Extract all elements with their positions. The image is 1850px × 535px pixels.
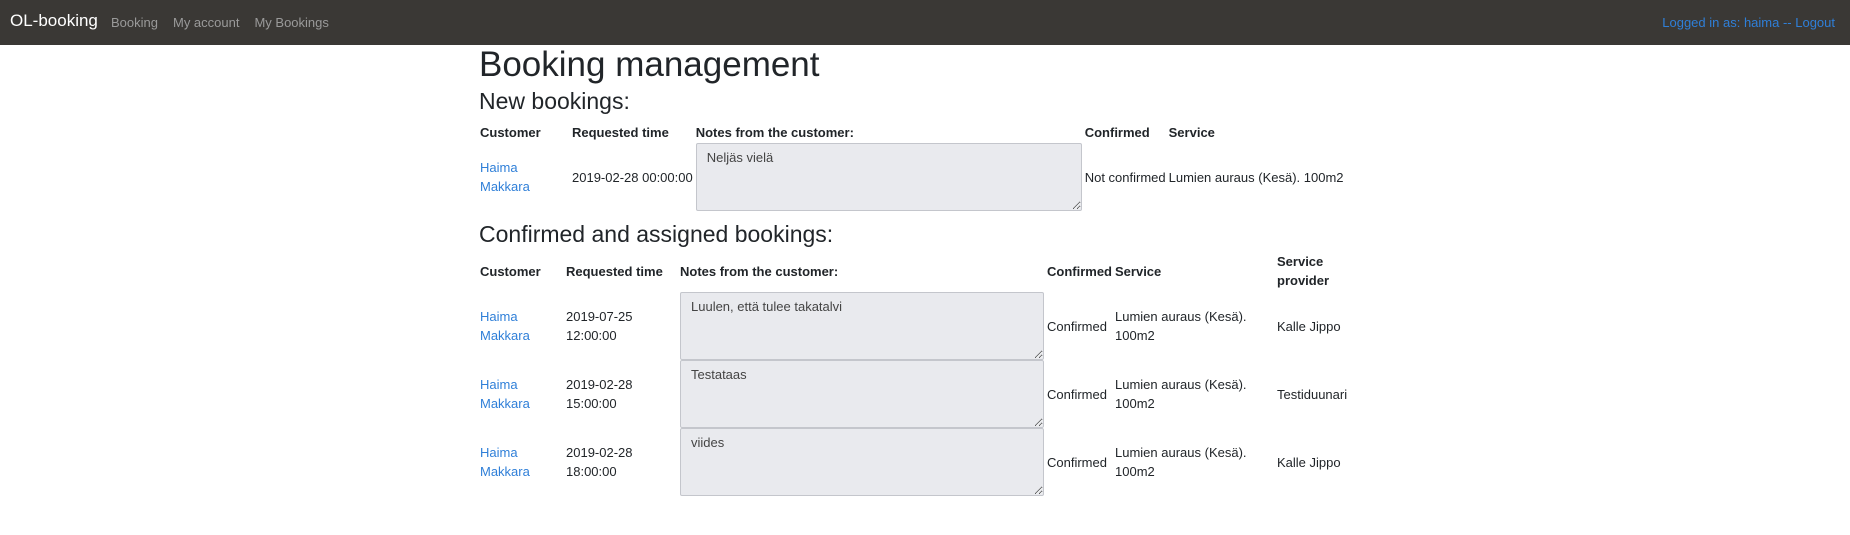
service-name: Lumien auraus (Kesä). 100m2 — [1115, 309, 1247, 343]
column-header-notes: Notes from the customer: — [680, 263, 839, 279]
new-bookings-heading: New bookings: — [479, 88, 630, 114]
customer-notes-textarea[interactable]: Luulen, että tulee takatalvi — [680, 292, 1044, 360]
new-bookings-table: Customer Requested time Notes from the c… — [479, 121, 1346, 211]
nav-link-booking[interactable]: Booking — [111, 15, 158, 30]
column-header-requested-time: Requested time — [572, 124, 669, 140]
requested-time: 2019-02-28 15:00:00 — [566, 377, 633, 411]
service-provider: Kalle Jippo — [1277, 318, 1341, 334]
table-row: Haima Makkara 2019-02-28 15:00:00 Testat… — [479, 360, 1356, 428]
service-name: Lumien auraus (Kesä). 100m2 — [1115, 445, 1247, 479]
nav-link-my-account[interactable]: My account — [173, 15, 239, 30]
column-header-service: Service — [1168, 124, 1215, 140]
confirmed-status: Confirmed — [1047, 386, 1107, 402]
confirmed-status: Confirmed — [1047, 454, 1107, 470]
column-header-confirmed: Confirmed — [1084, 124, 1150, 140]
table-row: Haima Makkara 2019-02-28 18:00:00 viides… — [479, 428, 1356, 496]
column-header-confirmed: Confirmed — [1047, 263, 1112, 279]
nav-link-my-bookings[interactable]: My Bookings — [254, 15, 328, 30]
brand-logo[interactable]: OL-booking — [10, 11, 98, 31]
service-name: Lumien auraus (Kesä). 100m2 — [1115, 377, 1247, 411]
confirmed-bookings-table: Customer Requested time Notes from the c… — [479, 250, 1356, 496]
login-logout-link[interactable]: Logged in as: haima -- Logout — [1662, 15, 1835, 30]
page-title: Booking management — [479, 45, 820, 84]
confirmed-status: Confirmed — [1047, 318, 1107, 334]
service-provider: Testiduunari — [1277, 386, 1348, 402]
customer-link[interactable]: Haima Makkara — [480, 160, 530, 194]
customer-notes-textarea[interactable]: viides — [680, 428, 1044, 496]
nav-links: Booking My account My Bookings — [111, 15, 344, 30]
column-header-notes: Notes from the customer: — [695, 124, 854, 140]
customer-notes-textarea[interactable]: Neljäs vielä — [695, 143, 1082, 211]
customer-link[interactable]: Haima Makkara — [480, 445, 530, 479]
service-name: Lumien auraus (Kesä). 100m2 — [1168, 169, 1344, 185]
column-header-customer: Customer — [480, 263, 541, 279]
customer-link[interactable]: Haima Makkara — [480, 377, 530, 411]
table-row: Haima Makkara 2019-07-25 12:00:00 Luulen… — [479, 292, 1356, 360]
requested-time: 2019-07-25 12:00:00 — [566, 309, 633, 343]
top-navbar: OL-booking Booking My account My Booking… — [0, 0, 1850, 45]
column-header-customer: Customer — [480, 124, 541, 140]
requested-time: 2019-02-28 00:00:00 — [572, 169, 693, 185]
requested-time: 2019-02-28 18:00:00 — [566, 445, 633, 479]
column-header-requested-time: Requested time — [566, 263, 663, 279]
confirmed-bookings-heading: Confirmed and assigned bookings: — [479, 221, 834, 247]
customer-link[interactable]: Haima Makkara — [480, 309, 530, 343]
column-header-service-provider: Service provider — [1277, 254, 1330, 288]
table-header-row: Customer Requested time Notes from the c… — [479, 121, 1346, 143]
customer-notes-textarea[interactable]: Testataas — [680, 360, 1044, 428]
confirmed-status: Not confirmed — [1084, 169, 1166, 185]
table-header-row: Customer Requested time Notes from the c… — [479, 250, 1356, 292]
table-row: Haima Makkara 2019-02-28 00:00:00 Neljäs… — [479, 143, 1346, 211]
column-header-service: Service — [1115, 263, 1162, 279]
service-provider: Kalle Jippo — [1277, 454, 1341, 470]
